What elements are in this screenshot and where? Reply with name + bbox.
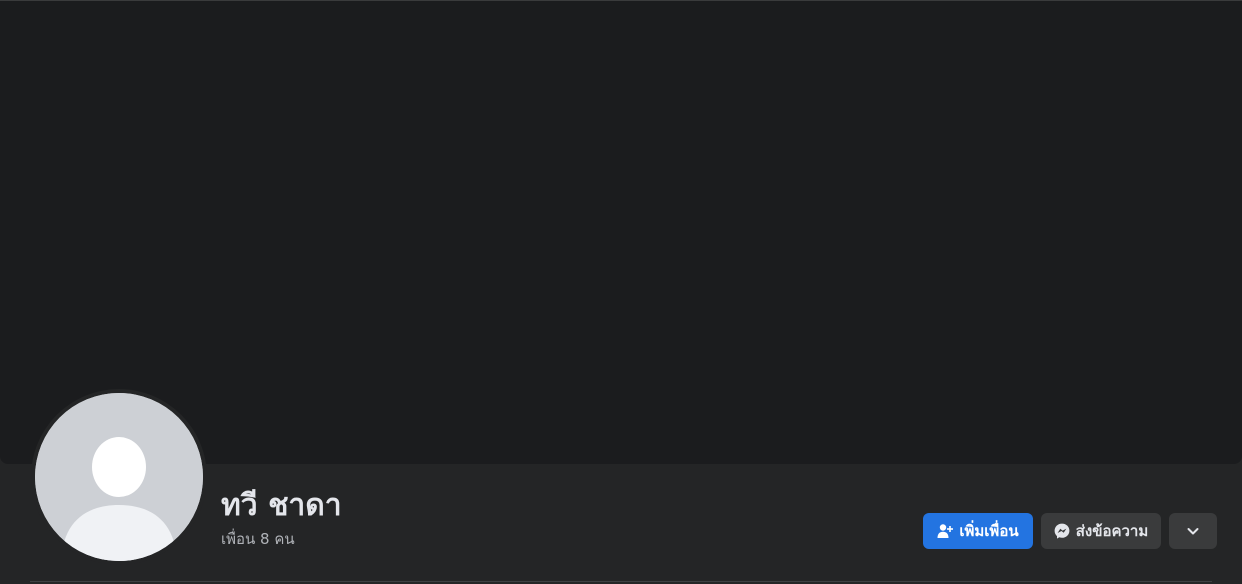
send-message-button[interactable]: ส่งข้อความ	[1041, 513, 1161, 549]
add-friend-label: เพิ่มเพื่อน	[959, 522, 1019, 540]
profile-name: ทวี ชาดา	[221, 488, 342, 523]
section-divider	[30, 581, 1212, 582]
chevron-down-icon	[1185, 523, 1201, 539]
send-message-label: ส่งข้อความ	[1075, 522, 1149, 540]
default-avatar-icon	[35, 393, 203, 561]
person-plus-icon	[937, 523, 954, 539]
more-options-button[interactable]	[1169, 513, 1217, 549]
profile-page: ทวี ชาดา เพื่อน 8 คน เพิ่มเพื่อน ส่งข้อค…	[0, 0, 1242, 584]
messenger-icon	[1054, 523, 1070, 539]
friends-count[interactable]: เพื่อน 8 คน	[221, 529, 295, 549]
cover-photo[interactable]	[0, 0, 1242, 464]
profile-picture[interactable]	[35, 393, 203, 561]
add-friend-button[interactable]: เพิ่มเพื่อน	[923, 513, 1033, 549]
